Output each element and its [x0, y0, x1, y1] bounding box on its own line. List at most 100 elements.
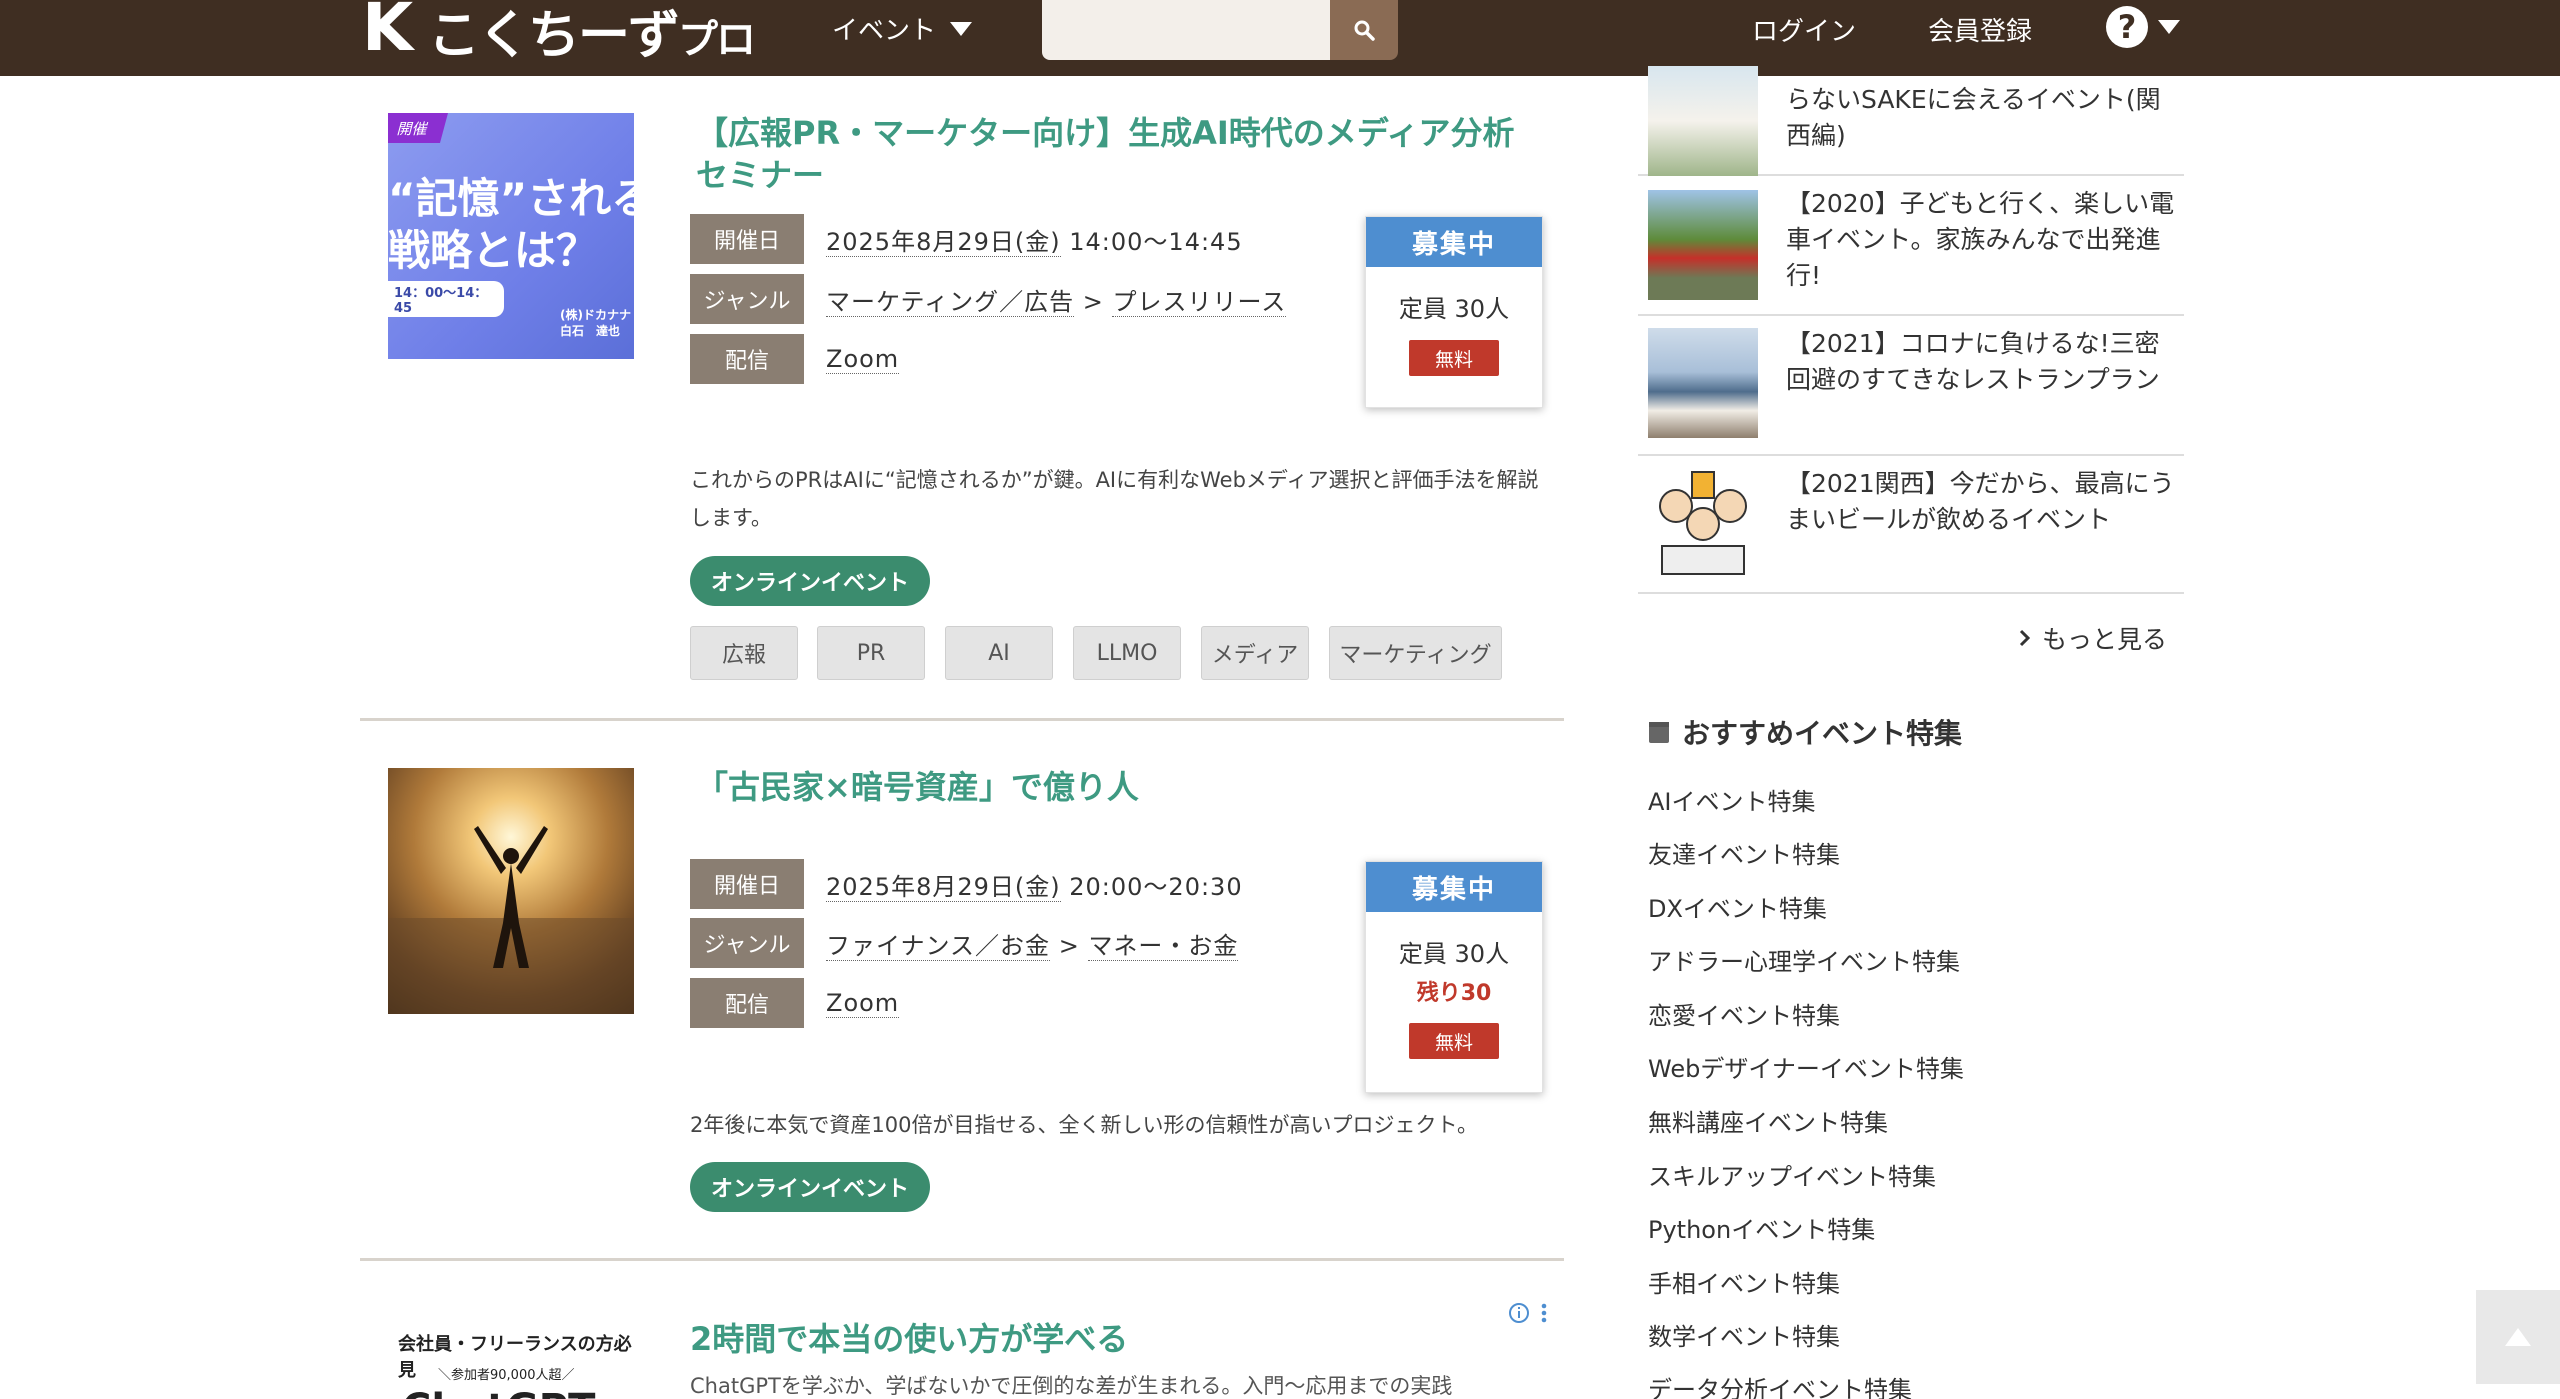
more-link[interactable]: もっと見る — [2018, 620, 2167, 656]
tag-chip[interactable]: メディア — [1201, 626, 1309, 680]
info-icon[interactable] — [1508, 1302, 1530, 1324]
scroll-to-top-button[interactable] — [2476, 1290, 2560, 1384]
related-title: 【2021】コロナに負けるな!三密回避のすてきなレストランプラン — [1786, 329, 2160, 394]
stream-link[interactable]: Zoom — [826, 989, 900, 1018]
date-row: 開催日 2025年8月29日(金) 20:00〜20:30 — [690, 859, 1243, 909]
tag-chip[interactable]: マーケティング — [1329, 626, 1502, 680]
event-title[interactable]: 【広報PR・マーケター向け】生成AI時代のメディア分析セミナー — [696, 112, 1526, 196]
related-title: らないSAKEに会えるイベント(関西編) — [1786, 85, 2161, 150]
price-badge: 無料 — [1409, 1023, 1499, 1059]
time-value: 20:00〜20:30 — [1069, 872, 1243, 901]
logo-sub-text: プロ — [678, 16, 756, 63]
arrow-up-icon — [2505, 1328, 2531, 1346]
related-title: 【2021関西】今だから、最高にうまいビールが飲めるイベント — [1786, 469, 2175, 534]
category-pill[interactable]: オンラインイベント — [690, 556, 930, 606]
bookmark-icon — [1649, 722, 1669, 743]
feature-link[interactable]: AIイベント特集 — [1648, 782, 1816, 817]
search-button[interactable] — [1330, 0, 1398, 60]
tag-chip[interactable]: 広報 — [690, 626, 798, 680]
genre-sub-link[interactable]: マネー・お金 — [1088, 931, 1239, 961]
genre-separator: > — [1082, 287, 1104, 316]
sidebar-related-item[interactable]: らないSAKEに会えるイベント(関西編) — [1638, 36, 2184, 176]
feature-link[interactable]: 無料講座イベント特集 — [1648, 1103, 1888, 1138]
event-title[interactable]: 「古民家×暗号資産」で億り人 — [696, 766, 1526, 808]
tag-chip[interactable]: LLMO — [1073, 626, 1181, 680]
event-thumbnail[interactable]: 開催 “記憶”される 戦略とは？ 14：00〜14：45 (株)ドカナナ 白石 達也 — [388, 113, 634, 359]
capacity-text: 定員 30人 — [1398, 295, 1510, 323]
tag-chip[interactable]: PR — [817, 626, 925, 680]
remaining-text: 残り30 — [1416, 981, 1492, 1006]
card-divider — [360, 1258, 1564, 1261]
status-box: 募集中 定員 30人 残り30 無料 — [1365, 861, 1543, 1093]
related-thumbnail — [1648, 190, 1758, 300]
feature-link[interactable]: Webデザイナーイベント特集 — [1648, 1049, 1964, 1084]
ad-thumb-line2: ＼参加者90,000人超／ — [438, 1368, 575, 1383]
feature-link[interactable]: DXイベント特集 — [1648, 889, 1827, 924]
event-menu-label: イベント — [832, 16, 937, 46]
thumb-speaker: (株)ドカナナ 白石 達也 — [560, 308, 631, 338]
date-link[interactable]: 2025年8月29日(金) — [826, 872, 1061, 902]
genre-main-link[interactable]: マーケティング／広告 — [826, 287, 1075, 317]
status-box: 募集中 定員 30人 無料 — [1365, 216, 1543, 408]
search-input[interactable] — [1042, 0, 1330, 60]
chevron-down-icon — [2158, 20, 2180, 34]
ad-controls — [1508, 1302, 1548, 1324]
related-thumbnail — [1648, 328, 1758, 438]
card-divider — [360, 718, 1564, 721]
feature-link[interactable]: 恋愛イベント特集 — [1648, 996, 1840, 1031]
genre-row: ジャンル マーケティング／広告 > プレスリリース — [690, 274, 1287, 324]
sidebar-related-item[interactable]: 【2021関西】今だから、最高にうまいビールが飲めるイベント — [1638, 456, 2184, 594]
feature-link[interactable]: スキルアップイベント特集 — [1648, 1157, 1936, 1192]
search-icon — [1354, 20, 1375, 41]
more-options-icon[interactable] — [1540, 1302, 1548, 1324]
beer-cheers-illustration — [1659, 471, 1747, 575]
genre-label: ジャンル — [690, 918, 804, 968]
silhouette-image — [388, 826, 634, 1014]
genre-main-link[interactable]: ファイナンス／お金 — [826, 931, 1051, 961]
sidebar-related-item[interactable]: 【2021】コロナに負けるな!三密回避のすてきなレストランプラン — [1638, 316, 2184, 456]
feature-link[interactable]: 友達イベント特集 — [1648, 835, 1840, 870]
related-thumbnail — [1648, 66, 1758, 176]
related-title: 【2020】子どもと行く、楽しい電車イベント。家族みんなで出発進行! — [1786, 189, 2175, 290]
stream-row: 配信 Zoom — [690, 978, 900, 1028]
event-description: 2年後に本気で資産100倍が目指せる、全く新しい形の信頼性が高いプロジェクト。 — [690, 1113, 1479, 1137]
stream-row: 配信 Zoom — [690, 334, 900, 384]
feature-link[interactable]: Pythonイベント特集 — [1648, 1210, 1875, 1245]
feature-link[interactable]: 手相イベント特集 — [1648, 1264, 1840, 1299]
ad-description: ChatGPTを学ぶか、学ばないかで圧倒的な差が生まれる。入門〜応用までの実践 — [690, 1374, 1453, 1398]
genre-separator: > — [1058, 931, 1080, 960]
stream-link[interactable]: Zoom — [826, 345, 900, 374]
ad-title[interactable]: 2時間で本当の使い方が学べる — [690, 1314, 1128, 1360]
feature-link[interactable]: アドラー心理学イベント特集 — [1648, 942, 1960, 977]
feature-link[interactable]: データ分析イベント特集 — [1648, 1370, 1912, 1399]
ad-thumbnail[interactable]: 会社員・フリーランスの方必見 ＼参加者90,000人超／ ChatGPT — [388, 1310, 634, 1399]
event-thumbnail[interactable] — [388, 768, 634, 1014]
logo-main-text: こくちーず — [428, 5, 680, 66]
site-logo[interactable]: K こくちーずプロ — [360, 0, 756, 66]
features-heading: おすすめイベント特集 — [1648, 712, 1962, 752]
feature-link[interactable]: 数学イベント特集 — [1648, 1317, 1840, 1352]
capacity-text: 定員 30人 — [1398, 940, 1510, 968]
chevron-down-icon — [950, 21, 973, 36]
status-badge: 募集中 — [1366, 862, 1542, 912]
sidebar-related-item[interactable]: 【2020】子どもと行く、楽しい電車イベント。家族みんなで出発進行! — [1638, 176, 2184, 316]
more-link-label: もっと見る — [2042, 625, 2168, 654]
price-badge: 無料 — [1409, 340, 1499, 376]
chevron-right-icon — [2019, 629, 2030, 647]
date-label: 開催日 — [690, 214, 804, 264]
date-label: 開催日 — [690, 859, 804, 909]
stream-label: 配信 — [690, 978, 804, 1028]
ad-thumb-line3: ChatGPT — [402, 1386, 595, 1399]
event-menu[interactable]: イベント — [832, 10, 973, 47]
thumb-heading: “記憶”される 戦略とは？ — [388, 174, 634, 275]
genre-row: ジャンル ファイナンス／お金 > マネー・お金 — [690, 918, 1239, 968]
date-row: 開催日 2025年8月29日(金) 14:00〜14:45 — [690, 214, 1243, 264]
genre-sub-link[interactable]: プレスリリース — [1112, 287, 1287, 317]
tag-chip[interactable]: AI — [945, 626, 1053, 680]
category-pill[interactable]: オンラインイベント — [690, 1162, 930, 1212]
logo-mark: K — [362, 0, 414, 66]
status-badge: 募集中 — [1366, 217, 1542, 267]
genre-label: ジャンル — [690, 274, 804, 324]
related-thumbnail — [1648, 466, 1758, 576]
date-link[interactable]: 2025年8月29日(金) — [826, 227, 1061, 257]
